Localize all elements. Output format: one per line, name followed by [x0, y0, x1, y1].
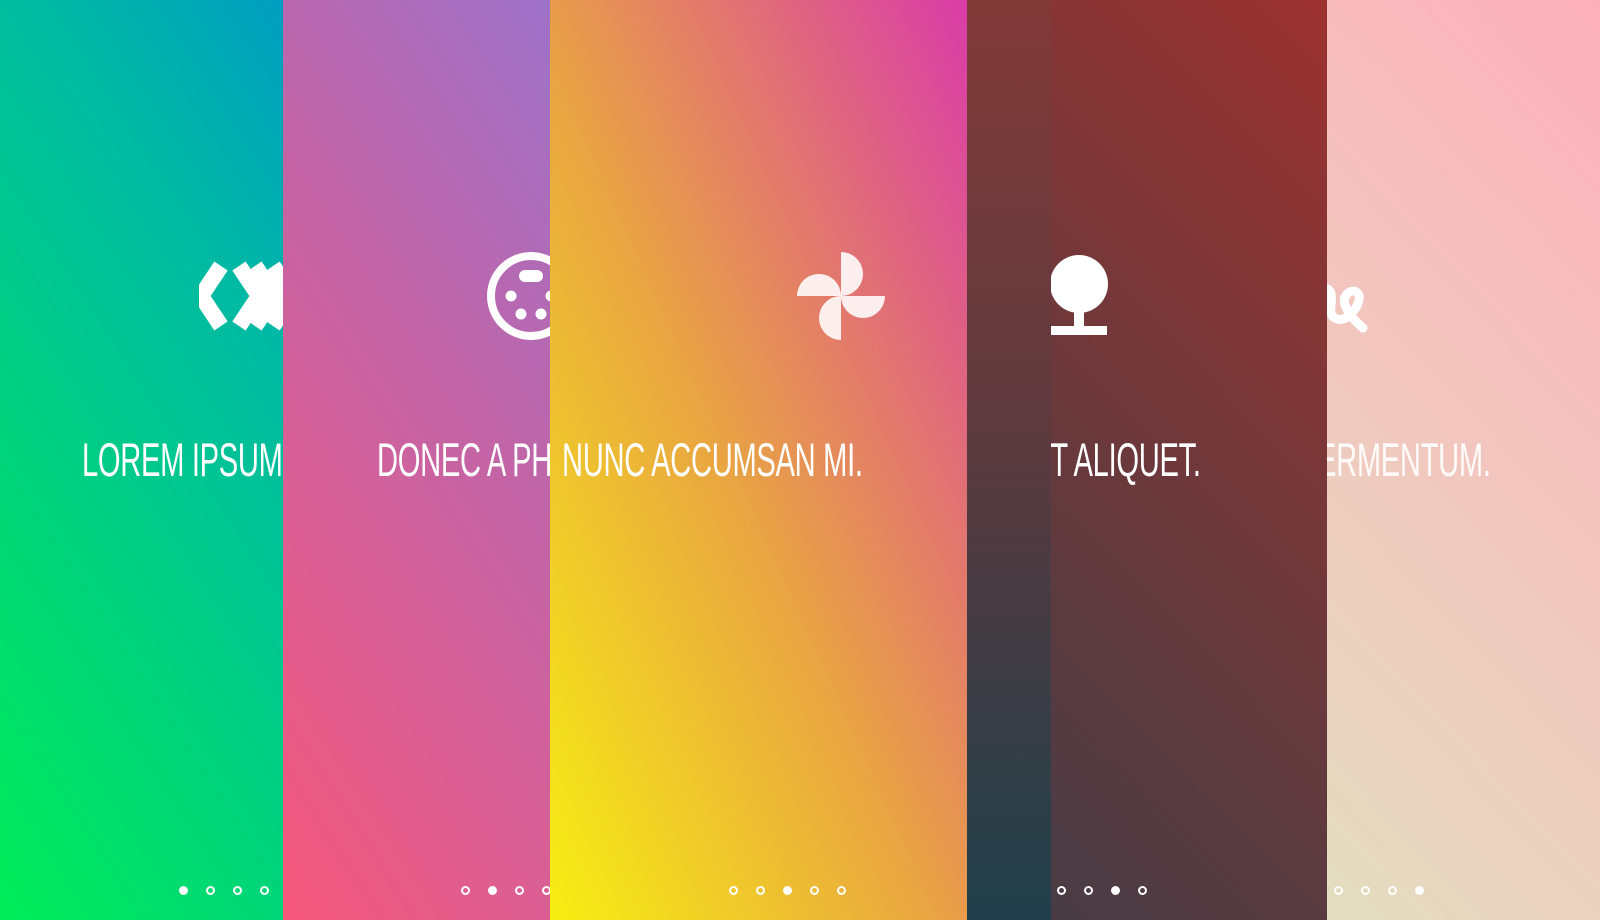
pinwheel-icon [793, 248, 889, 344]
pagination-dot-1[interactable] [179, 886, 188, 895]
slide-3[interactable]: NUNC ACCUMSAN MI. [550, 0, 967, 920]
pagination-dots [179, 886, 283, 895]
slide-4-background: SUSCIPIT ALIQUET. [1051, 0, 1327, 920]
code-icon [199, 248, 283, 344]
slide-5[interactable]: UT FERMENTUM. [1327, 0, 1600, 920]
pagination-dot-4[interactable] [1111, 886, 1120, 895]
pagination-dot-3[interactable] [233, 886, 242, 895]
slide-5-background: UT FERMENTUM. [1327, 0, 1600, 920]
signature-icon [1327, 248, 1369, 344]
slide-title: UT FERMENTUM. [1327, 433, 1491, 486]
pagination-dots [1051, 886, 1147, 895]
pagination-dot-2[interactable] [488, 886, 497, 895]
pagination-dot-3[interactable] [783, 886, 792, 895]
pagination-dot-2[interactable] [206, 886, 215, 895]
pagination-dot-2[interactable] [756, 886, 765, 895]
pagination-dot-1[interactable] [729, 886, 738, 895]
slide-title: LOREM IPSUM DOLOR SIT. [82, 433, 283, 486]
pagination-dot-5[interactable] [837, 886, 846, 895]
pagination-dot-4[interactable] [260, 886, 269, 895]
pagination-dots [1327, 886, 1424, 895]
slide-title: SUSCIPIT ALIQUET. [1051, 433, 1201, 486]
game-controller-icon [483, 248, 550, 344]
pagination-dot-1[interactable] [461, 886, 470, 895]
slide-2-background: DONEC A PHARETRA. [283, 0, 550, 920]
pagination-dot-5[interactable] [1138, 886, 1147, 895]
slide-4[interactable]: SUSCIPIT ALIQUET. [1051, 0, 1327, 920]
pagination-dots [729, 886, 846, 895]
slide-1[interactable]: LOREM IPSUM DOLOR SIT. [0, 0, 283, 920]
pagination-dot-4[interactable] [1388, 886, 1397, 895]
pagination-dot-2[interactable] [1057, 886, 1066, 895]
pagination-dot-3[interactable] [1361, 886, 1370, 895]
tree-icon [1051, 248, 1133, 344]
slide-3-background: NUNC ACCUMSAN MI. [550, 0, 967, 920]
pagination-dot-4[interactable] [810, 886, 819, 895]
pagination-dot-5[interactable] [1415, 886, 1424, 895]
slide-title: NUNC ACCUMSAN MI. [562, 433, 863, 486]
slide-title: DONEC A PHARETRA. [377, 433, 550, 486]
slide-2[interactable]: DONEC A PHARETRA. [283, 0, 550, 920]
slide-1-background: LOREM IPSUM DOLOR SIT. [0, 0, 283, 920]
pagination-dot-3[interactable] [1084, 886, 1093, 895]
pagination-dots [461, 886, 550, 895]
pagination-dot-3[interactable] [515, 886, 524, 895]
pagination-dot-4[interactable] [542, 886, 550, 895]
pagination-dot-2[interactable] [1334, 886, 1343, 895]
slide-4-edge [967, 0, 1051, 920]
